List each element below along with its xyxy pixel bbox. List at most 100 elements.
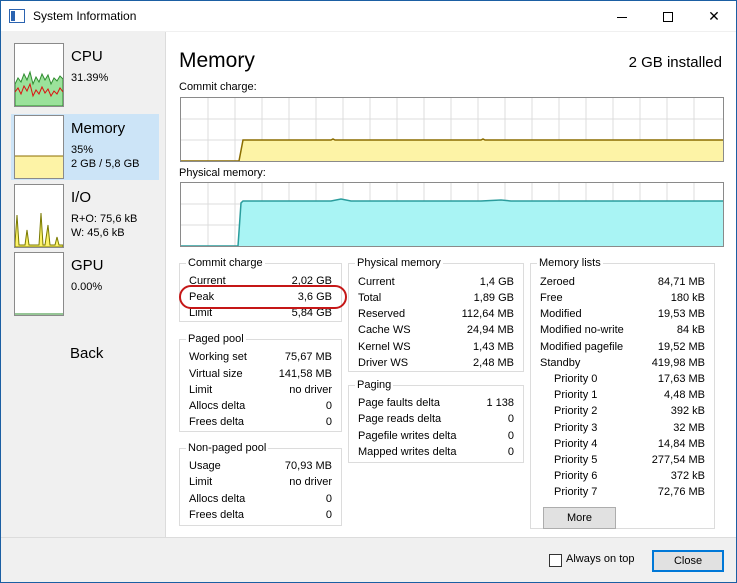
list-item: Free 180 kB — [540, 290, 705, 306]
list-item: Priority 0 17,63 MB — [554, 371, 705, 387]
row-value: 84,71 MB — [657, 276, 705, 288]
memory-thumbnail-graph — [14, 115, 64, 179]
row-label: Priority 3 — [554, 422, 598, 434]
row-label: Modified pagefile — [540, 341, 624, 353]
paged-working-set-row: Working set 75,67 MB — [189, 349, 332, 365]
row-label: Cache WS — [358, 324, 411, 336]
footer-bar: Always on top Close — [1, 537, 736, 582]
window-title: System Information — [33, 9, 137, 23]
row-label: Mapped writes delta — [358, 446, 457, 458]
row-value: 419,98 MB — [651, 357, 705, 369]
sidebar-memory-amount: 2 GB / 5,8 GB — [71, 158, 140, 170]
close-button[interactable]: Close — [652, 550, 724, 572]
sidebar-item-gpu[interactable]: GPU 0.00% — [11, 251, 159, 317]
list-item: Priority 4 14,84 MB — [554, 436, 705, 452]
maximize-icon — [663, 12, 673, 23]
row-label: Current — [358, 276, 395, 288]
cpu-thumbnail-graph — [14, 43, 64, 107]
paging-title: Paging — [355, 379, 394, 391]
row-label: Priority 2 — [554, 405, 598, 417]
row-label: Priority 4 — [554, 438, 598, 450]
row-value: 180 kB — [670, 292, 705, 304]
row-label: Kernel WS — [358, 341, 411, 353]
paged-virtual-size-row: Virtual size 141,58 MB — [189, 366, 332, 382]
physical-memory-graph — [180, 182, 724, 247]
sidebar-item-cpu[interactable]: CPU 31.39% — [11, 42, 159, 108]
row-label: Zeroed — [540, 276, 575, 288]
sidebar: CPU 31.39% Memory 35% 2 GB / 5,8 GB I/O … — [1, 32, 165, 537]
list-item: Modified 19,53 MB — [540, 306, 705, 322]
close-window-button[interactable]: ✕ — [691, 1, 737, 31]
paged-limit-row: Limit no driver — [189, 382, 332, 398]
page-reads-row: Page reads delta 0 — [358, 411, 514, 427]
row-value: 392 kB — [670, 405, 705, 417]
sidebar-item-io[interactable]: I/O R+O: 75,6 kB W: 45,6 kB — [11, 183, 159, 249]
gpu-thumbnail-graph — [14, 252, 64, 316]
sidebar-item-memory[interactable]: Memory 35% 2 GB / 5,8 GB — [11, 114, 159, 180]
list-item: Modified pagefile 19,52 MB — [540, 339, 705, 355]
paged-allocs-row: Allocs delta 0 — [189, 398, 332, 414]
title-bar[interactable]: System Information ✕ — [1, 1, 736, 31]
sidebar-io-label: I/O — [71, 189, 92, 206]
sidebar-gpu-label: GPU — [71, 257, 104, 274]
sidebar-cpu-usage: 31.39% — [71, 72, 109, 84]
peak-highlight-ring — [179, 285, 347, 309]
page-title: Memory — [179, 49, 255, 72]
nonpaged-limit-row: Limit no driver — [189, 474, 332, 490]
row-value: 0 — [507, 446, 514, 458]
back-link[interactable]: Back — [70, 345, 103, 362]
physical-current-row: Current 1,4 GB — [358, 274, 514, 290]
row-value: 0 — [325, 493, 332, 505]
sidebar-io-read: R+O: 75,6 kB — [71, 213, 138, 225]
row-value: 24,94 MB — [466, 324, 514, 336]
row-label: Driver WS — [358, 357, 409, 369]
row-label: Allocs delta — [189, 493, 246, 505]
installed-memory: 2 GB installed — [628, 54, 722, 71]
mapped-writes-row: Mapped writes delta 0 — [358, 444, 514, 460]
row-value: 19,52 MB — [657, 341, 705, 353]
row-label: Standby — [540, 357, 581, 369]
nonpaged-allocs-row: Allocs delta 0 — [189, 491, 332, 507]
sidebar-io-write: W: 45,6 kB — [71, 227, 125, 239]
always-on-top-checkbox[interactable] — [549, 554, 562, 567]
maximize-button[interactable] — [645, 1, 691, 31]
app-window-icon — [9, 9, 25, 23]
row-value: 0 — [507, 413, 514, 425]
row-value: 19,53 MB — [657, 308, 705, 320]
physical-driver-ws-row: Driver WS 2,48 MB — [358, 355, 514, 371]
list-item: Zeroed 84,71 MB — [540, 274, 705, 290]
nonpaged-usage-row: Usage 70,93 MB — [189, 458, 332, 474]
row-value: 1,43 MB — [473, 341, 514, 353]
pagefile-writes-row: Pagefile writes delta 0 — [358, 428, 514, 444]
row-label: Page reads delta — [358, 413, 442, 425]
physical-kernel-ws-row: Kernel WS 1,43 MB — [358, 339, 514, 355]
list-item: Priority 3 32 MB — [554, 420, 705, 436]
more-button[interactable]: More — [543, 507, 616, 529]
always-on-top-label[interactable]: Always on top — [566, 553, 634, 565]
physical-reserved-row: Reserved 112,64 MB — [358, 306, 514, 322]
list-item: Standby 419,98 MB — [540, 355, 705, 371]
system-information-window: System Information ✕ CPU 31.39% Memory 3… — [0, 0, 737, 583]
row-label: Total — [358, 292, 382, 304]
row-value: 372 kB — [670, 470, 705, 482]
row-label: Working set — [189, 351, 247, 363]
close-icon: ✕ — [708, 8, 720, 24]
list-item: Modified no-write 84 kB — [540, 322, 705, 338]
memory-lists-title: Memory lists — [537, 257, 603, 269]
row-label: Modified — [540, 308, 582, 320]
sidebar-gpu-usage: 0.00% — [71, 281, 103, 293]
physical-total-row: Total 1,89 GB — [358, 290, 514, 306]
list-item: Priority 5 277,54 MB — [554, 452, 705, 468]
commit-charge-title: Commit charge — [186, 257, 265, 269]
memory-lists-group: Memory lists Zeroed 84,71 MB Free 180 kB M… — [530, 257, 715, 529]
sidebar-memory-percent: 35% — [71, 144, 94, 156]
row-value: 1 138 — [486, 397, 514, 409]
row-value: 1,89 GB — [473, 292, 514, 304]
paged-pool-title: Paged pool — [186, 333, 246, 345]
row-label: Limit — [189, 384, 213, 396]
list-item: Priority 6 372 kB — [554, 468, 705, 484]
physical-memory-group: Physical memory Current 1,4 GB Total 1,89 … — [348, 257, 524, 372]
minimize-button[interactable] — [599, 1, 645, 31]
row-value: 0 — [325, 416, 332, 428]
row-label: Usage — [189, 460, 221, 472]
